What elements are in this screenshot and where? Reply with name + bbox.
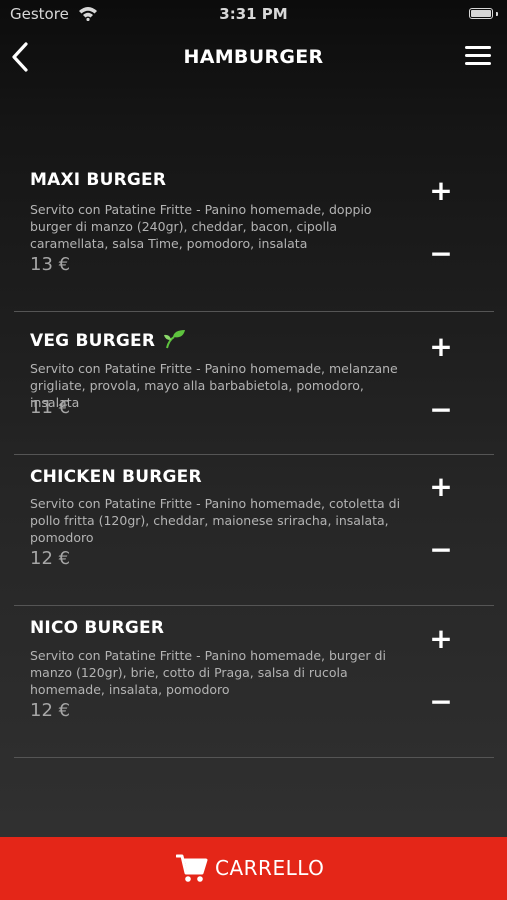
remove-button[interactable]: − — [426, 535, 456, 565]
cart-button[interactable]: CARRELLO — [0, 837, 507, 900]
remove-button[interactable]: − — [426, 687, 456, 717]
menu-item: MAXI BURGER Servito con Patatine Fritte … — [14, 160, 494, 312]
item-price: 13 € — [30, 254, 71, 275]
cart-label: CARRELLO — [215, 856, 325, 880]
item-description: Servito con Patatine Fritte - Panino hom… — [30, 496, 401, 545]
add-button[interactable]: + — [426, 624, 456, 654]
item-price: 11 € — [30, 397, 71, 418]
shopping-cart-icon — [176, 854, 208, 882]
status-bar: Gestore 3:31 PM — [0, 0, 507, 30]
item-name: VEG BURGER — [30, 331, 156, 351]
leaf-icon — [164, 330, 186, 349]
item-name: NICO BURGER — [30, 618, 165, 638]
page-title: HAMBURGER — [183, 46, 324, 68]
item-price: 12 € — [30, 548, 71, 569]
nav-bar: HAMBURGER — [0, 30, 507, 85]
add-button[interactable]: + — [426, 332, 456, 362]
menu-list: MAXI BURGER Servito con Patatine Fritte … — [14, 160, 494, 758]
battery-icon — [469, 8, 493, 19]
item-description: Servito con Patatine Fritte - Panino hom… — [30, 361, 398, 410]
item-price: 12 € — [30, 700, 71, 721]
item-name-row: VEG BURGER — [30, 329, 187, 351]
hamburger-menu-icon[interactable] — [465, 46, 491, 68]
item-name: MAXI BURGER — [30, 170, 167, 190]
menu-item: NICO BURGER Servito con Patatine Fritte … — [14, 606, 494, 758]
remove-button[interactable]: − — [426, 239, 456, 269]
item-description: Servito con Patatine Fritte - Panino hom… — [30, 648, 386, 697]
menu-item: VEG BURGER Servito con Patatine Fritte -… — [14, 312, 494, 455]
item-name: CHICKEN BURGER — [30, 467, 202, 487]
status-time: 3:31 PM — [219, 5, 288, 23]
remove-button[interactable]: − — [426, 395, 456, 425]
menu-item: CHICKEN BURGER Servito con Patatine Frit… — [14, 455, 494, 606]
add-button[interactable]: + — [426, 472, 456, 502]
item-description: Servito con Patatine Fritte - Panino hom… — [30, 202, 372, 251]
add-button[interactable]: + — [426, 176, 456, 206]
battery-tip — [496, 12, 498, 16]
